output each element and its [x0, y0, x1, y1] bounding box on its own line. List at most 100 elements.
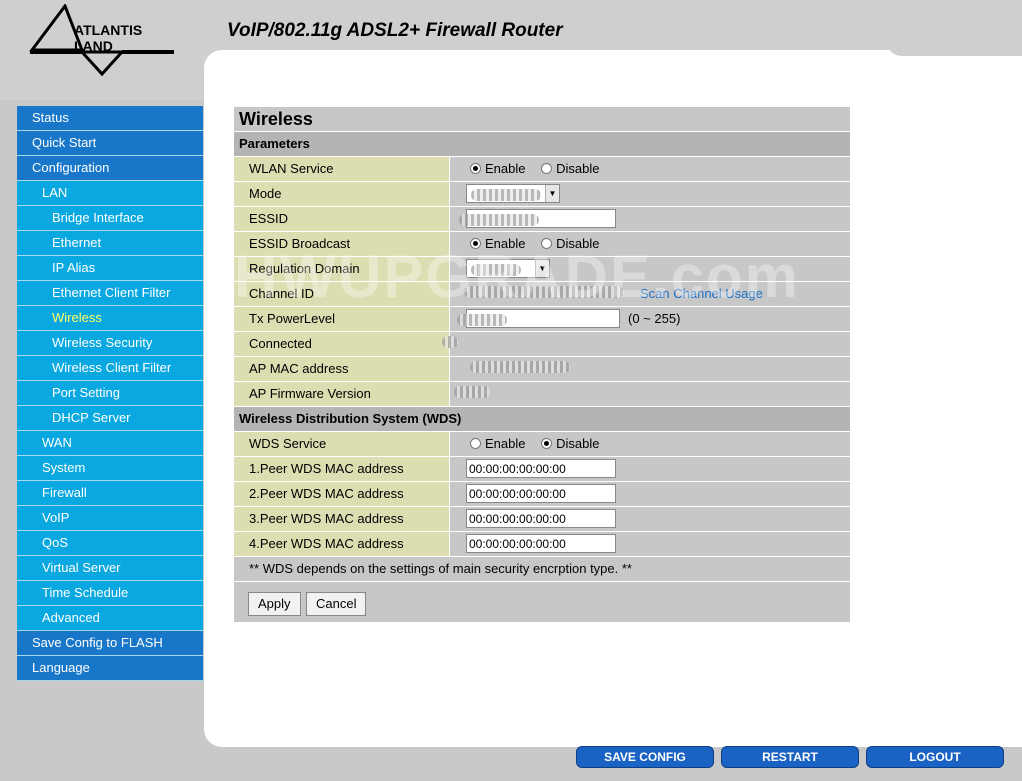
essid-input[interactable]	[459, 209, 616, 228]
wireless-form: Wireless Parameters WLAN Service Enable …	[234, 107, 850, 622]
redacted-value	[459, 214, 539, 226]
tx-power-input[interactable]	[457, 309, 620, 328]
logo-text: ATLANTIS LAND	[74, 22, 143, 54]
peer-3-label: 3.Peer WDS MAC address	[234, 507, 450, 531]
sidebar-item-lan[interactable]: LAN	[17, 181, 203, 206]
connected-label: Connected	[234, 332, 450, 356]
radio-icon	[541, 238, 553, 249]
sidebar-item-qos[interactable]: QoS	[17, 531, 203, 556]
tx-power-range: (0 ~ 255)	[628, 311, 681, 326]
row-peer-4: 4.Peer WDS MAC address	[234, 532, 850, 557]
cancel-button[interactable]: Cancel	[306, 592, 367, 616]
form-title: Wireless	[234, 107, 850, 132]
sidebar-item-ethernet-client-filter[interactable]: Ethernet Client Filter	[17, 281, 203, 306]
channel-id-label: Channel ID	[234, 282, 450, 306]
sidebar-item-time-schedule[interactable]: Time Schedule	[17, 581, 203, 606]
sidebar-item-advanced[interactable]: Advanced	[17, 606, 203, 631]
row-peer-2: 2.Peer WDS MAC address	[234, 482, 850, 507]
ap-mac-label: AP MAC address	[234, 357, 450, 381]
sidebar-item-ethernet[interactable]: Ethernet	[17, 231, 203, 256]
row-wds-service: WDS Service Enable Disable	[234, 432, 850, 457]
peer-4-label: 4.Peer WDS MAC address	[234, 532, 450, 556]
wlan-service-label: WLAN Service	[234, 157, 450, 181]
sidebar-item-quick-start[interactable]: Quick Start	[17, 131, 203, 156]
sidebar-item-ip-alias[interactable]: IP Alias	[17, 256, 203, 281]
redacted-value	[464, 286, 624, 298]
sidebar-item-wireless[interactable]: Wireless	[17, 306, 203, 331]
sidebar-item-status[interactable]: Status	[17, 106, 203, 131]
radio-selected-icon	[470, 163, 481, 174]
apply-button[interactable]: Apply	[248, 592, 301, 616]
radio-selected-icon	[470, 238, 481, 249]
button-row: Apply Cancel	[234, 582, 850, 622]
mode-select[interactable]: ▼	[466, 184, 560, 203]
radio-selected-icon	[541, 438, 553, 449]
wds-enable-radio[interactable]: Enable	[470, 436, 525, 451]
sidebar-item-system[interactable]: System	[17, 456, 203, 481]
row-ap-mac: AP MAC address	[234, 357, 850, 382]
redacted-value	[470, 361, 570, 373]
page-title: VoIP/802.11g ADSL2+ Firewall Router	[227, 20, 563, 41]
peer-1-input[interactable]	[466, 459, 616, 478]
essid-label: ESSID	[234, 207, 450, 231]
section-parameters: Parameters	[234, 132, 850, 157]
sidebar-item-firewall[interactable]: Firewall	[17, 481, 203, 506]
radio-icon	[470, 438, 481, 449]
section-wds: Wireless Distribution System (WDS)	[234, 407, 850, 432]
tx-power-label: Tx PowerLevel	[234, 307, 450, 331]
broadcast-enable-radio[interactable]: Enable	[470, 236, 525, 251]
wds-service-label: WDS Service	[234, 432, 450, 456]
peer-2-input[interactable]	[466, 484, 616, 503]
sidebar-nav: Status Quick Start Configuration LAN Bri…	[17, 106, 203, 681]
wlan-enable-radio[interactable]: Enable	[470, 161, 525, 176]
sidebar-item-wireless-security[interactable]: Wireless Security	[17, 331, 203, 356]
sidebar-item-dhcp-server[interactable]: DHCP Server	[17, 406, 203, 431]
peer-1-label: 1.Peer WDS MAC address	[234, 457, 450, 481]
sidebar-item-language[interactable]: Language	[17, 656, 203, 681]
mode-label: Mode	[234, 182, 450, 206]
peer-2-label: 2.Peer WDS MAC address	[234, 482, 450, 506]
chevron-down-icon: ▼	[535, 260, 549, 277]
redacted-value	[471, 264, 521, 276]
redacted-value	[442, 336, 458, 348]
sidebar-item-port-setting[interactable]: Port Setting	[17, 381, 203, 406]
scan-channel-usage-link[interactable]: Scan Channel Usage	[640, 282, 763, 306]
row-connected: Connected	[234, 332, 850, 357]
panel-notch	[886, 38, 1022, 56]
row-regulation-domain: Regulation Domain ▼	[234, 257, 850, 282]
sidebar-item-save-config[interactable]: Save Config to FLASH	[17, 631, 203, 656]
row-essid-broadcast: ESSID Broadcast Enable Disable	[234, 232, 850, 257]
redacted-value	[471, 189, 541, 201]
peer-3-input[interactable]	[466, 509, 616, 528]
sidebar-item-wan[interactable]: WAN	[17, 431, 203, 456]
restart-button[interactable]: RESTART	[721, 746, 859, 768]
wlan-disable-radio[interactable]: Disable	[541, 161, 599, 176]
sidebar-item-wireless-client-filter[interactable]: Wireless Client Filter	[17, 356, 203, 381]
redacted-value	[457, 314, 507, 326]
wds-note: ** WDS depends on the settings of main s…	[234, 557, 850, 582]
regulation-domain-label: Regulation Domain	[234, 257, 450, 281]
save-config-button[interactable]: SAVE CONFIG	[576, 746, 714, 768]
row-mode: Mode ▼	[234, 182, 850, 207]
sidebar-item-voip[interactable]: VoIP	[17, 506, 203, 531]
regulation-domain-select[interactable]: ▼	[466, 259, 550, 278]
sidebar-item-virtual-server[interactable]: Virtual Server	[17, 556, 203, 581]
row-tx-power: Tx PowerLevel (0 ~ 255)	[234, 307, 850, 332]
row-wlan-service: WLAN Service Enable Disable	[234, 157, 850, 182]
chevron-down-icon: ▼	[545, 185, 559, 202]
peer-4-input[interactable]	[466, 534, 616, 553]
row-peer-3: 3.Peer WDS MAC address	[234, 507, 850, 532]
radio-icon	[541, 163, 553, 174]
row-essid: ESSID	[234, 207, 850, 232]
row-peer-1: 1.Peer WDS MAC address	[234, 457, 850, 482]
sidebar-item-configuration[interactable]: Configuration	[17, 156, 203, 181]
essid-broadcast-label: ESSID Broadcast	[234, 232, 450, 256]
broadcast-disable-radio[interactable]: Disable	[541, 236, 599, 251]
row-ap-firmware: AP Firmware Version	[234, 382, 850, 407]
sidebar-item-bridge-interface[interactable]: Bridge Interface	[17, 206, 203, 231]
wds-disable-radio[interactable]: Disable	[541, 436, 599, 451]
row-channel-id: Channel ID Scan Channel Usage	[234, 282, 850, 307]
logout-button[interactable]: LOGOUT	[866, 746, 1004, 768]
atlantis-logo: ATLANTIS LAND	[22, 2, 182, 78]
ap-firmware-label: AP Firmware Version	[234, 382, 450, 406]
